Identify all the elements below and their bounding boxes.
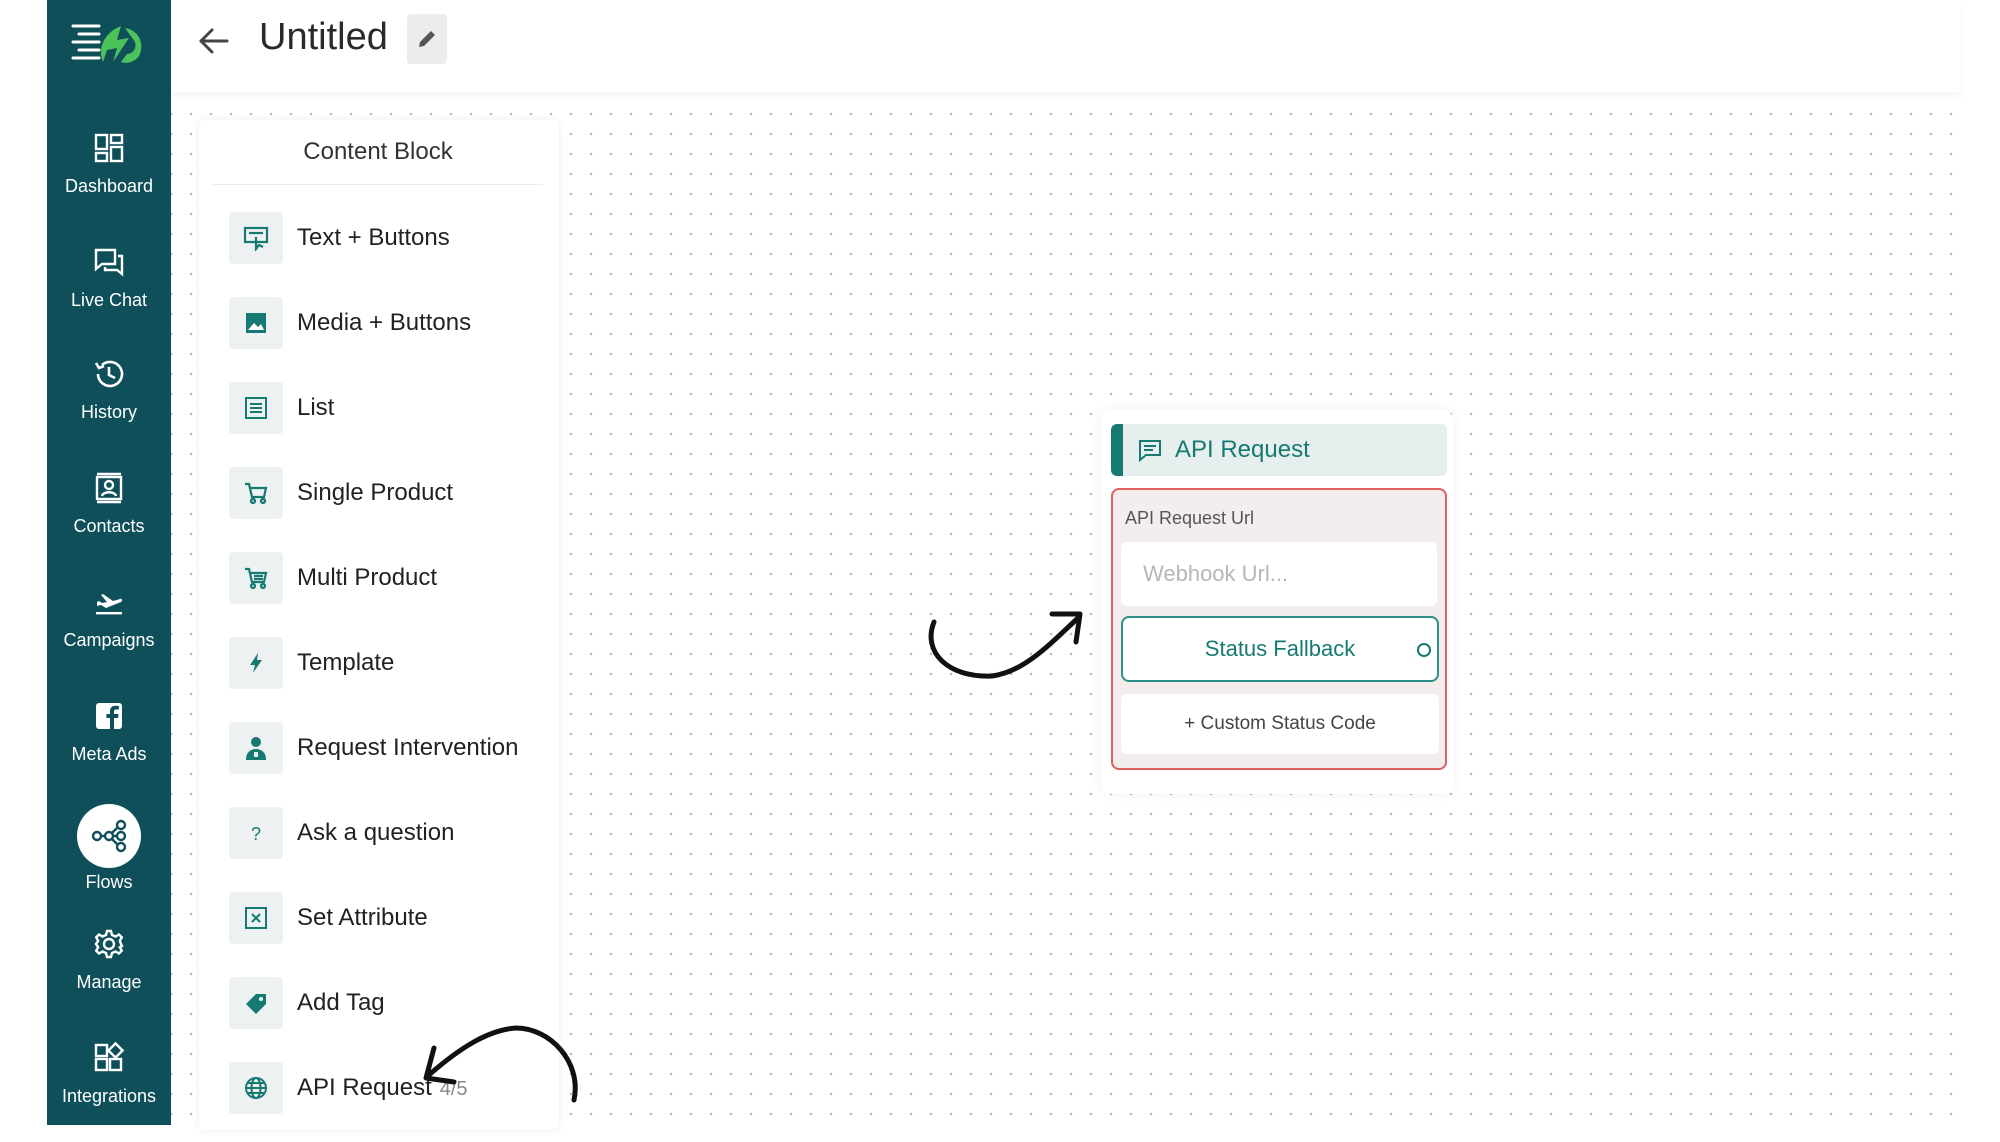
attribute-icon (229, 892, 283, 944)
nav-contacts[interactable]: Contacts (47, 472, 171, 572)
nav-history[interactable]: History (47, 358, 171, 458)
gear-icon (93, 928, 125, 960)
list-icon (229, 382, 283, 434)
block-request-intervention[interactable]: Request Intervention (229, 720, 549, 776)
svg-text:?: ? (251, 824, 261, 844)
annotation-arrow (928, 611, 1083, 679)
block-set-attribute[interactable]: Set Attribute (229, 890, 549, 946)
message-icon (1139, 440, 1161, 463)
block-template[interactable]: Template (229, 635, 549, 691)
text-buttons-icon (229, 212, 283, 264)
nav-label: Meta Ads (71, 744, 147, 764)
edit-title-button[interactable] (407, 14, 447, 64)
nav-campaigns[interactable]: Campaigns (47, 586, 171, 686)
app-logo[interactable] (69, 18, 149, 68)
webhook-url-input[interactable] (1121, 542, 1437, 606)
block-label: List (297, 394, 335, 421)
history-icon (93, 358, 125, 390)
block-list[interactable]: List (229, 380, 549, 436)
question-icon: ? (229, 807, 283, 859)
facebook-icon (93, 700, 125, 732)
url-label: API Request Url (1125, 508, 1255, 528)
chat-icon (93, 246, 125, 278)
node-header[interactable]: API Request (1111, 424, 1447, 476)
contacts-icon (93, 472, 125, 504)
api-request-node[interactable]: API Request API Request Url Status Fallb… (1101, 410, 1453, 794)
cart-icon (229, 467, 283, 519)
tag-icon (229, 977, 283, 1029)
nav-label: Live Chat (70, 290, 148, 310)
annotation-arrow (423, 1025, 578, 1103)
flows-icon (77, 804, 141, 868)
block-label: Text + Buttons (297, 224, 450, 251)
block-media-buttons[interactable]: Media + Buttons (229, 295, 549, 351)
nav-manage[interactable]: Manage (47, 928, 171, 1028)
block-label: Add Tag (297, 989, 385, 1016)
cart-icon (229, 552, 283, 604)
fallback-label: Status Fallback (1204, 636, 1356, 661)
block-single-product[interactable]: Single Product (229, 465, 549, 521)
pencil-icon (419, 31, 435, 47)
integrations-icon (93, 1041, 125, 1074)
image-icon (229, 297, 283, 349)
bolt-icon (229, 637, 283, 689)
nav-meta-ads[interactable]: Meta Ads (47, 700, 171, 800)
node-title: API Request (1175, 436, 1310, 463)
block-ask-question[interactable]: ? Ask a question (229, 805, 549, 861)
agent-icon (229, 722, 283, 774)
nav-dashboard[interactable]: Dashboard (47, 132, 171, 232)
content-block-panel: Content Block Text + Buttons Media + But… (199, 120, 559, 1130)
top-bar: Untitled (171, 0, 1961, 92)
nav-label: History (80, 402, 137, 422)
globe-icon (229, 1062, 283, 1114)
nav-label: Flows (85, 872, 133, 892)
block-label: Ask a question (297, 819, 455, 846)
nav-label: Dashboard (64, 176, 154, 196)
nav-label: Manage (76, 972, 142, 992)
nav-label: Campaigns (63, 630, 155, 650)
connector-handle[interactable] (1417, 643, 1431, 657)
block-label: Template (297, 649, 395, 676)
custom-status-code-button[interactable]: + Custom Status Code (1121, 694, 1439, 754)
block-label: Media + Buttons (297, 309, 472, 336)
nav-flows[interactable]: Flows (47, 804, 171, 904)
arrow-left-icon (199, 28, 229, 54)
dashboard-icon (93, 132, 125, 164)
back-button[interactable] (195, 22, 233, 60)
status-fallback-button[interactable]: Status Fallback (1121, 616, 1439, 682)
block-label: Multi Product (297, 564, 438, 591)
block-multi-product[interactable]: Multi Product (229, 550, 549, 606)
sidebar: Dashboard Live Chat History Contacts Cam… (47, 0, 171, 1125)
block-label: Single Product (297, 479, 454, 506)
node-body: API Request Url Status Fallback + Custom… (1111, 488, 1447, 770)
nav-label: Contacts (73, 516, 145, 536)
nav-label: Integrations (61, 1086, 157, 1106)
block-text-buttons[interactable]: Text + Buttons (229, 210, 549, 266)
nav-live-chat[interactable]: Live Chat (47, 246, 171, 346)
block-label: Request Intervention (297, 734, 519, 761)
panel-title: Content Block (213, 138, 543, 185)
flow-title: Untitled (259, 16, 388, 58)
block-label: Set Attribute (297, 904, 428, 931)
nav-integrations[interactable]: Integrations (47, 1041, 171, 1142)
plane-icon (93, 586, 125, 618)
